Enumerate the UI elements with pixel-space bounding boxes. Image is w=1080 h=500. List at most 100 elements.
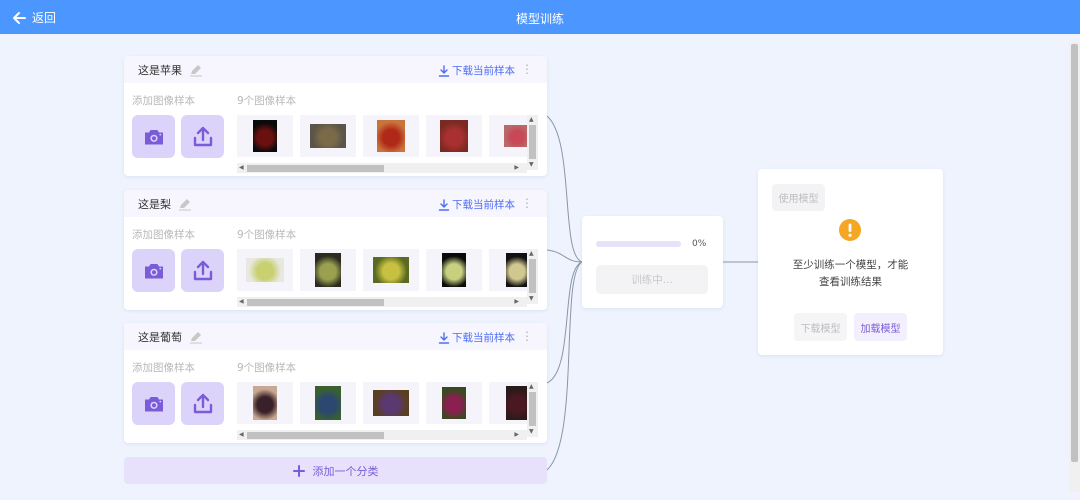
result-message-line1: 至少训练一个模型，才能	[792, 259, 909, 271]
thumbnail-vertical-scrollbar[interactable]: ▲ ▼	[527, 382, 538, 437]
camera-icon	[144, 396, 163, 411]
load-model-button[interactable]: 加载模型	[854, 313, 907, 341]
sample-thumbnail-list[interactable]	[237, 379, 538, 432]
thumbnail-horizontal-scrollbar[interactable]: ◀ ▶	[237, 163, 527, 173]
training-percent: 0%	[692, 239, 707, 249]
sample-thumbnail[interactable]	[363, 249, 419, 291]
add-sample-label: 添加图像样本	[132, 95, 195, 107]
page-scrollbar[interactable]	[1069, 42, 1080, 492]
add-class-button[interactable]: 添加一个分类	[124, 457, 547, 484]
sample-image	[373, 257, 409, 283]
thumbnail-vertical-scrollbar[interactable]: ▲ ▼	[527, 249, 538, 304]
class-name: 这是苹果	[138, 63, 182, 77]
upload-button[interactable]	[181, 382, 224, 425]
download-samples-label: 下载当前样本	[452, 65, 515, 77]
sample-thumbnail[interactable]	[363, 115, 419, 157]
sample-image	[253, 120, 277, 152]
sample-image	[310, 124, 346, 148]
sample-image	[442, 253, 466, 287]
more-options-icon[interactable]: ⋮	[521, 329, 533, 343]
class-card-header: 这是苹果 下载当前样本 ⋮	[124, 56, 547, 83]
sample-image	[506, 386, 528, 420]
webcam-button[interactable]	[132, 115, 175, 158]
scrollbar-thumb[interactable]	[247, 165, 384, 172]
sample-image	[253, 386, 277, 420]
thumbnail-horizontal-scrollbar[interactable]: ◀ ▶	[237, 297, 527, 307]
top-bar: 返回 模型训练	[0, 0, 1080, 34]
sample-thumbnail[interactable]	[237, 115, 293, 157]
thumbnail-horizontal-scrollbar[interactable]: ◀ ▶	[237, 430, 527, 440]
upload-icon	[193, 393, 212, 413]
upload-button[interactable]	[181, 249, 224, 292]
edit-icon[interactable]	[189, 63, 203, 77]
page-scrollbar-thumb[interactable]	[1071, 44, 1078, 462]
training-progress-bar	[596, 241, 681, 247]
webcam-button[interactable]	[132, 249, 175, 292]
download-samples-link[interactable]: 下载当前样本	[438, 330, 515, 345]
scrollbar-thumb[interactable]	[529, 125, 536, 159]
sample-thumbnail[interactable]	[300, 115, 356, 157]
sample-count-label: 9个图像样本	[237, 95, 297, 107]
add-sample-label: 添加图像样本	[132, 362, 195, 374]
class-name: 这是梨	[138, 197, 171, 211]
upload-button[interactable]	[181, 115, 224, 158]
use-model-button[interactable]: 使用模型	[772, 184, 825, 211]
plus-icon	[292, 464, 305, 477]
class-card-header: 这是梨 下载当前样本 ⋮	[124, 190, 547, 217]
sample-thumbnail[interactable]	[426, 115, 482, 157]
upload-icon	[193, 126, 212, 146]
scrollbar-thumb[interactable]	[247, 299, 384, 306]
sample-thumbnail[interactable]	[237, 249, 293, 291]
more-options-icon[interactable]: ⋮	[521, 62, 533, 76]
sample-thumbnail-list[interactable]	[237, 246, 538, 299]
sample-image	[442, 387, 466, 419]
scroll-up-arrow[interactable]: ▲	[529, 116, 534, 124]
sample-thumbnail[interactable]	[300, 382, 356, 424]
training-card: 0% 训练中...	[582, 216, 723, 308]
sample-thumbnail-list[interactable]	[237, 112, 538, 165]
edit-icon[interactable]	[178, 197, 192, 211]
scroll-right-arrow[interactable]: ▶	[514, 298, 519, 306]
webcam-button[interactable]	[132, 382, 175, 425]
scrollbar-thumb[interactable]	[529, 392, 536, 426]
add-sample-label: 添加图像样本	[132, 229, 195, 241]
sample-thumbnail[interactable]	[426, 249, 482, 291]
class-card: 这是苹果 下载当前样本 ⋮ 添加图像样本 9个图像样本 ▲ ▼ ◀ ▶	[124, 56, 547, 176]
result-message-line2: 查看训练结果	[819, 276, 882, 288]
add-class-label: 添加一个分类	[312, 464, 379, 478]
sample-thumbnail[interactable]	[300, 249, 356, 291]
page-title: 模型训练	[515, 12, 564, 26]
download-icon	[438, 198, 450, 211]
scroll-right-arrow[interactable]: ▶	[514, 164, 519, 172]
result-card: 使用模型 至少训练一个模型，才能 查看训练结果 下载模型 加载模型	[758, 169, 943, 355]
scroll-down-arrow[interactable]: ▼	[529, 428, 534, 436]
sample-thumbnail[interactable]	[426, 382, 482, 424]
download-model-button[interactable]: 下载模型	[794, 313, 847, 341]
scrollbar-thumb[interactable]	[247, 432, 384, 439]
thumbnail-vertical-scrollbar[interactable]: ▲ ▼	[527, 115, 538, 170]
upload-icon	[193, 260, 212, 280]
sample-image	[377, 120, 405, 152]
edit-icon[interactable]	[189, 330, 203, 344]
download-samples-label: 下载当前样本	[452, 332, 515, 344]
scroll-down-arrow[interactable]: ▼	[529, 295, 534, 303]
sample-image	[373, 390, 409, 416]
class-card: 这是葡萄 下载当前样本 ⋮ 添加图像样本 9个图像样本 ▲ ▼ ◀ ▶	[124, 323, 547, 443]
download-samples-link[interactable]: 下载当前样本	[438, 63, 515, 78]
sample-image	[246, 258, 284, 282]
scroll-right-arrow[interactable]: ▶	[514, 431, 519, 439]
sample-thumbnail[interactable]	[237, 382, 293, 424]
sample-thumbnail[interactable]	[363, 382, 419, 424]
more-options-icon[interactable]: ⋮	[521, 196, 533, 210]
train-button[interactable]: 训练中...	[596, 265, 708, 294]
scroll-left-arrow[interactable]: ◀	[239, 298, 244, 306]
download-samples-link[interactable]: 下载当前样本	[438, 197, 515, 212]
scrollbar-thumb[interactable]	[529, 259, 536, 293]
scroll-up-arrow[interactable]: ▲	[529, 383, 534, 391]
camera-icon	[144, 129, 163, 144]
scroll-left-arrow[interactable]: ◀	[239, 164, 244, 172]
class-card: 这是梨 下载当前样本 ⋮ 添加图像样本 9个图像样本 ▲ ▼ ◀ ▶	[124, 190, 547, 310]
scroll-up-arrow[interactable]: ▲	[529, 250, 534, 258]
scroll-left-arrow[interactable]: ◀	[239, 431, 244, 439]
scroll-down-arrow[interactable]: ▼	[529, 161, 534, 169]
